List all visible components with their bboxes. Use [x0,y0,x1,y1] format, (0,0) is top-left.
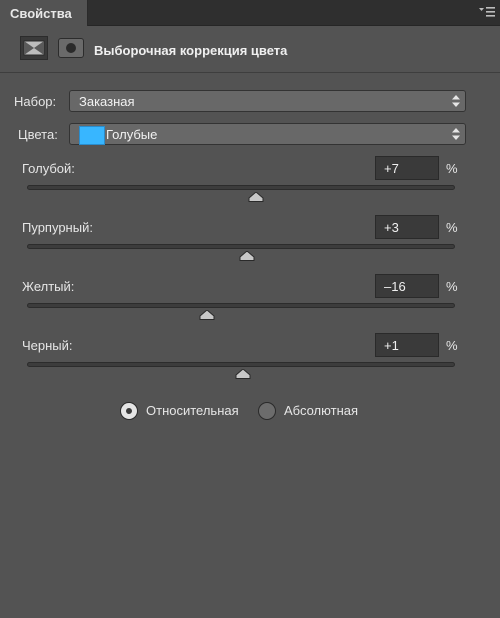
black-slider-thumb[interactable] [235,369,251,379]
adjustment-title: Выборочная коррекция цвета [94,43,288,58]
yellow-value-field[interactable]: –16 [375,274,439,298]
yellow-percent: % [446,279,458,294]
adjustment-layer-button[interactable] [20,36,48,60]
cyan-value-field[interactable]: +7 [375,156,439,180]
mask-icon [66,43,76,53]
select-arrows-icon [452,128,460,140]
magenta-label: Пурпурный: [22,220,93,235]
colors-value: Голубые [106,127,158,142]
tab-properties[interactable]: Свойства [0,0,88,26]
black-label: Черный: [22,338,73,353]
preset-value: Заказная [79,94,135,109]
magenta-slider-thumb[interactable] [239,251,255,261]
yellow-label: Желтый: [22,279,75,294]
black-value-field[interactable]: +1 [375,333,439,357]
cyan-slider-thumb[interactable] [248,192,264,202]
relative-label[interactable]: Относительная [146,403,239,418]
layer-mask-button[interactable] [58,38,84,58]
black-slider-track[interactable] [27,362,455,367]
preset-select[interactable]: Заказная [69,90,466,112]
cyan-slider-track[interactable] [27,185,455,190]
magenta-slider-track[interactable] [27,244,455,249]
absolute-label[interactable]: Абсолютная [284,403,358,418]
panel-menu-icon[interactable] [478,5,496,19]
colors-label: Цвета: [18,127,58,142]
color-swatch [79,126,105,145]
relative-radio[interactable] [120,402,138,420]
selective-color-icon [23,40,45,56]
preset-label: Набор: [14,94,57,109]
cyan-label: Голубой: [22,161,75,176]
select-arrows-icon [452,95,460,107]
colors-select[interactable]: Голубые [69,123,466,145]
magenta-value-field[interactable]: +3 [375,215,439,239]
yellow-slider-thumb[interactable] [199,310,215,320]
magenta-percent: % [446,220,458,235]
method-radio-group: Относительная Абсолютная [120,400,380,422]
cyan-percent: % [446,161,458,176]
panel-tab-bar: Свойства [0,0,500,26]
adjustment-header: Выборочная коррекция цвета [0,26,500,73]
black-percent: % [446,338,458,353]
absolute-radio[interactable] [258,402,276,420]
yellow-slider-track[interactable] [27,303,455,308]
